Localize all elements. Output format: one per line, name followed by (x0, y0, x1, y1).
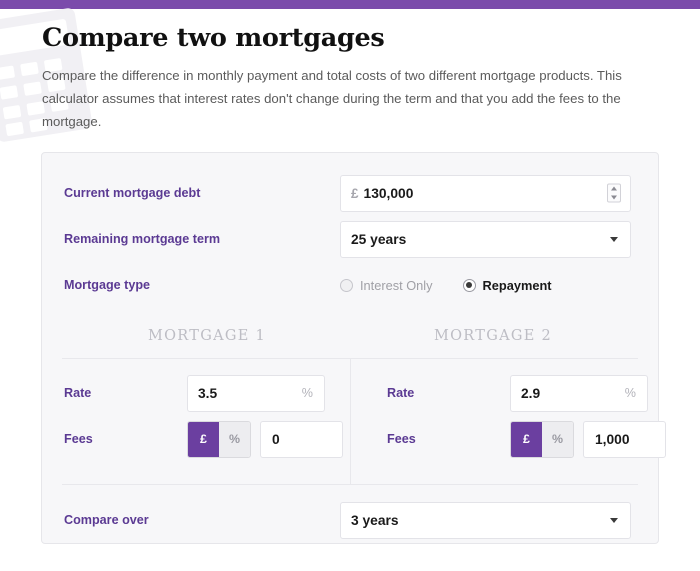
fees-value-mortgage-1: 0 (272, 431, 280, 447)
label-remaining-mortgage-term: Remaining mortgage term (64, 232, 221, 246)
compare-over-value: 3 years (351, 512, 399, 528)
page-intro-text: Compare the difference in monthly paymen… (42, 68, 622, 129)
compare-over-select[interactable]: 3 years (340, 501, 631, 539)
remaining-mortgage-term-select[interactable]: 25 years (340, 220, 631, 258)
fee-unit-toggle-mortgage-2: £ % (510, 420, 574, 458)
radio-label-interest-only: Interest Only (360, 277, 433, 293)
label-fees-mortgage-2: Fees (387, 432, 416, 446)
row-fees-mortgage-1: Fees £ % 0 (64, 416, 343, 462)
label-current-mortgage-debt: Current mortgage debt (64, 186, 201, 200)
column-divider (350, 359, 351, 485)
row-compare-over: Compare over 3 years (42, 497, 658, 543)
radio-icon-repayment[interactable] (462, 278, 476, 292)
fee-unit-percent-mortgage-2[interactable]: % (542, 421, 573, 457)
mortgage-type-radio-group: Interest Only Repayment (340, 278, 582, 293)
radio-label-repayment: Repayment (482, 277, 552, 293)
radio-option-repayment[interactable]: Repayment (462, 277, 552, 293)
fee-unit-toggle-mortgage-1: £ % (187, 420, 251, 458)
label-rate-mortgage-1: Rate (64, 386, 92, 400)
fees-input-mortgage-2[interactable]: 1,000 (583, 420, 666, 458)
mortgage-column-headings: MORTGAGE 1 MORTGAGE 2 (42, 328, 658, 344)
mortgage-comparison-panel: Current mortgage debt £ 130,000 Remainin… (41, 152, 666, 544)
remaining-mortgage-term-value: 25 years (351, 231, 407, 247)
row-rate-mortgage-1: Rate 3.5 % (64, 370, 343, 416)
row-remaining-mortgage-term: Remaining mortgage term 25 years (42, 216, 658, 262)
fee-unit-percent-mortgage-1[interactable]: % (219, 421, 250, 457)
rate-value-mortgage-1: 3.5 (198, 385, 218, 401)
fee-unit-group-mortgage-1: £ % 0 (187, 420, 343, 458)
pound-symbol: £ (351, 185, 359, 201)
heading-mortgage-2: MORTGAGE 2 (433, 328, 553, 344)
label-fees-mortgage-1: Fees (64, 432, 93, 446)
page-title: Compare two mortgages (42, 23, 385, 53)
chevron-down-icon-compare-over (610, 518, 618, 523)
row-rate-mortgage-2: Rate 2.9 % (387, 370, 666, 416)
percent-suffix-mortgage-1: % (301, 386, 313, 400)
radio-option-interest-only[interactable]: Interest Only (340, 278, 433, 293)
rate-value-mortgage-2: 2.9 (521, 385, 541, 401)
page-content: Compare two mortgages Compare the differ… (0, 9, 700, 544)
mortgage-2-column: Rate 2.9 % Fees £ % 1,000 (365, 359, 688, 462)
label-compare-over: Compare over (64, 513, 149, 527)
row-current-mortgage-debt: Current mortgage debt £ 130,000 (42, 170, 658, 216)
current-mortgage-debt-input[interactable]: £ 130,000 (340, 174, 631, 212)
label-rate-mortgage-2: Rate (387, 386, 415, 400)
mortgage-1-column: Rate 3.5 % Fees £ % 0 (42, 359, 365, 462)
heading-mortgage-1: MORTGAGE 1 (147, 328, 267, 344)
current-mortgage-debt-value: 130,000 (363, 185, 414, 201)
percent-suffix-mortgage-2: % (624, 386, 636, 400)
rate-input-mortgage-1[interactable]: 3.5 % (187, 374, 325, 412)
label-mortgage-type: Mortgage type (64, 278, 151, 292)
fee-unit-group-mortgage-2: £ % 1,000 (510, 420, 666, 458)
fee-unit-pound-mortgage-2[interactable]: £ (511, 421, 542, 457)
rate-input-mortgage-2[interactable]: 2.9 % (510, 374, 648, 412)
fees-value-mortgage-2: 1,000 (595, 431, 630, 447)
fees-input-mortgage-1[interactable]: 0 (260, 420, 343, 458)
radio-icon-interest-only[interactable] (340, 278, 353, 292)
compare-columns: Rate 3.5 % Fees £ % 0 Rate 2.9 % Fees £ … (42, 359, 666, 485)
fee-unit-pound-mortgage-1[interactable]: £ (188, 421, 219, 457)
number-spinner-icon[interactable] (607, 183, 621, 203)
row-fees-mortgage-2: Fees £ % 1,000 (387, 416, 666, 462)
row-mortgage-type: Mortgage type Interest Only Repayment (42, 262, 658, 308)
chevron-down-icon (610, 237, 618, 242)
top-accent-bar (0, 0, 700, 9)
